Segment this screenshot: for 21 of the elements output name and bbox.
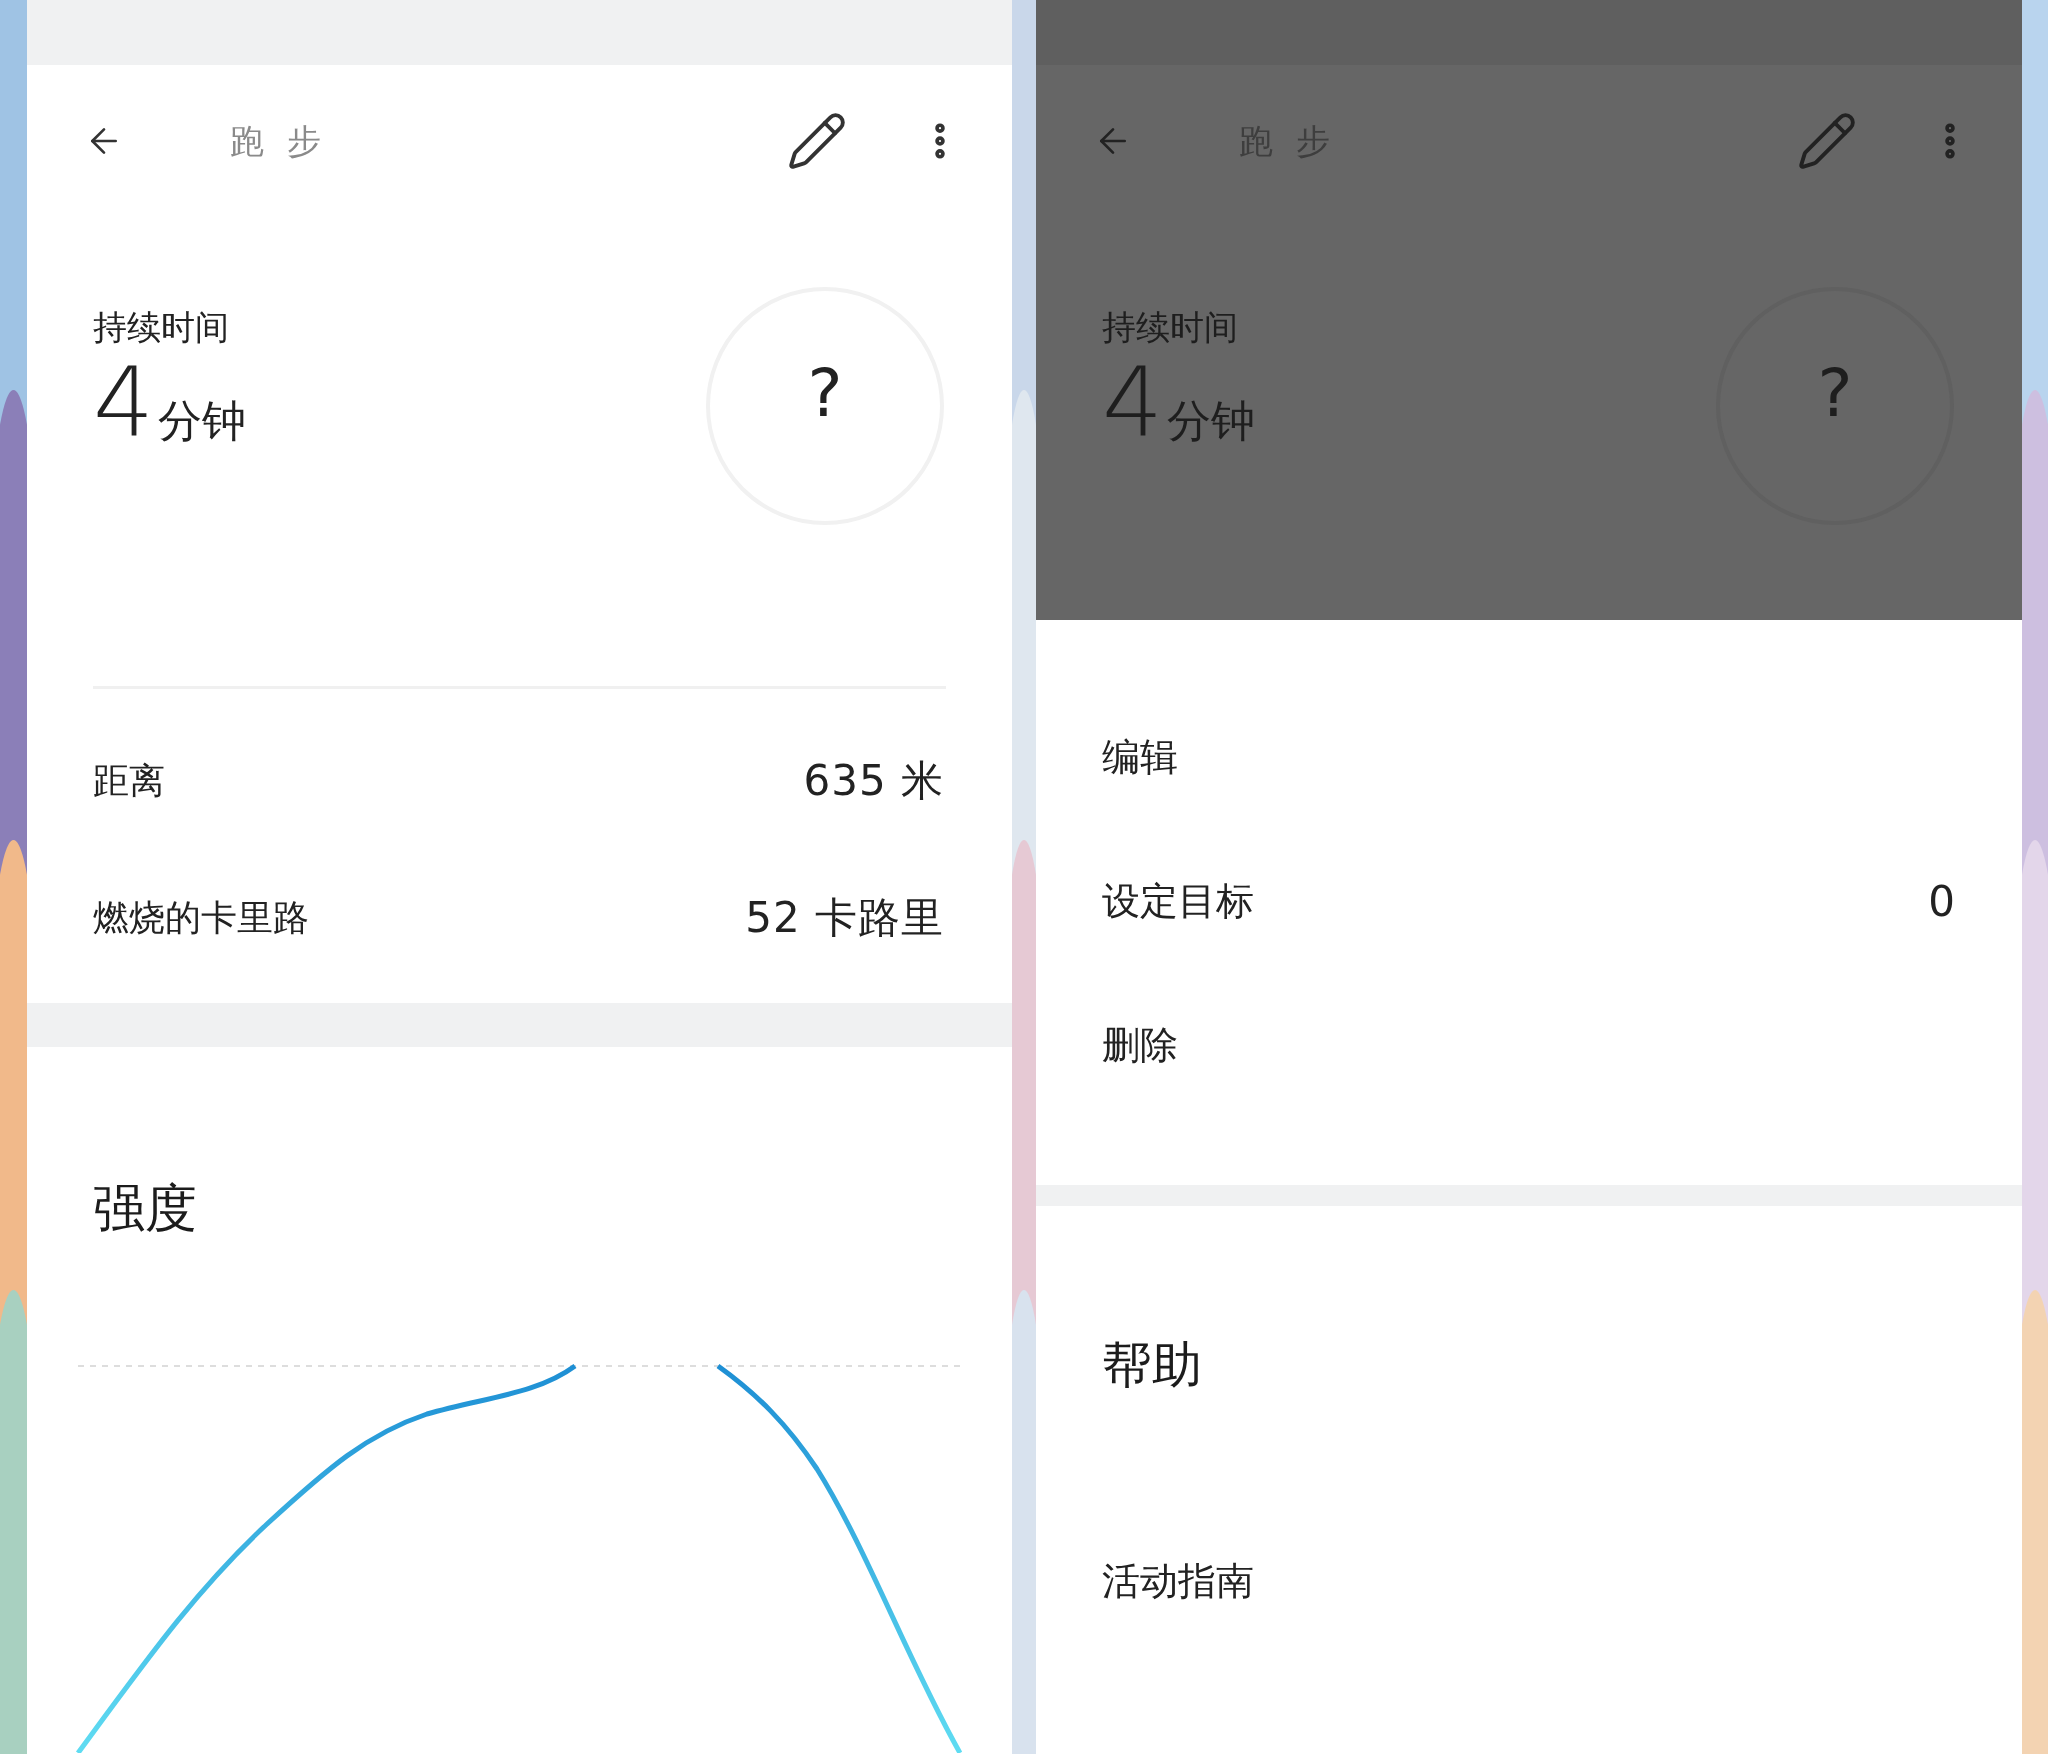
screen-title: 跑 步 bbox=[230, 119, 327, 163]
duration-unit: 分钟 bbox=[1167, 394, 1256, 448]
stat-label: 燃烧的卡里路 bbox=[93, 895, 309, 940]
duration-value: 4 bbox=[93, 355, 155, 451]
duration-unit: 分钟 bbox=[158, 394, 247, 448]
goal-mark: ? bbox=[807, 359, 843, 429]
help-item[interactable]: 活动指南 bbox=[1036, 1506, 2022, 1656]
section-title: 强度 bbox=[93, 1177, 197, 1240]
stat-value: 635 米 bbox=[803, 755, 944, 807]
duration-label: 持续时间 bbox=[1102, 306, 1239, 349]
goal-value: 0 bbox=[1928, 875, 1955, 928]
edit-icon[interactable] bbox=[786, 110, 848, 172]
menu-item[interactable]: 删除 bbox=[1036, 973, 2022, 1117]
duration-label: 持续时间 bbox=[93, 306, 230, 349]
menu-item[interactable]: 设定目标 0 bbox=[1036, 829, 2022, 973]
goal-mark: ? bbox=[1817, 359, 1853, 429]
stat-value: 52 卡路里 bbox=[745, 892, 944, 944]
duration-value: 4 bbox=[1102, 355, 1164, 451]
stat-label: 距离 bbox=[93, 758, 165, 803]
menu-item[interactable]: 编辑 bbox=[1036, 685, 2022, 829]
section-title: 帮助 bbox=[1102, 1334, 1202, 1396]
